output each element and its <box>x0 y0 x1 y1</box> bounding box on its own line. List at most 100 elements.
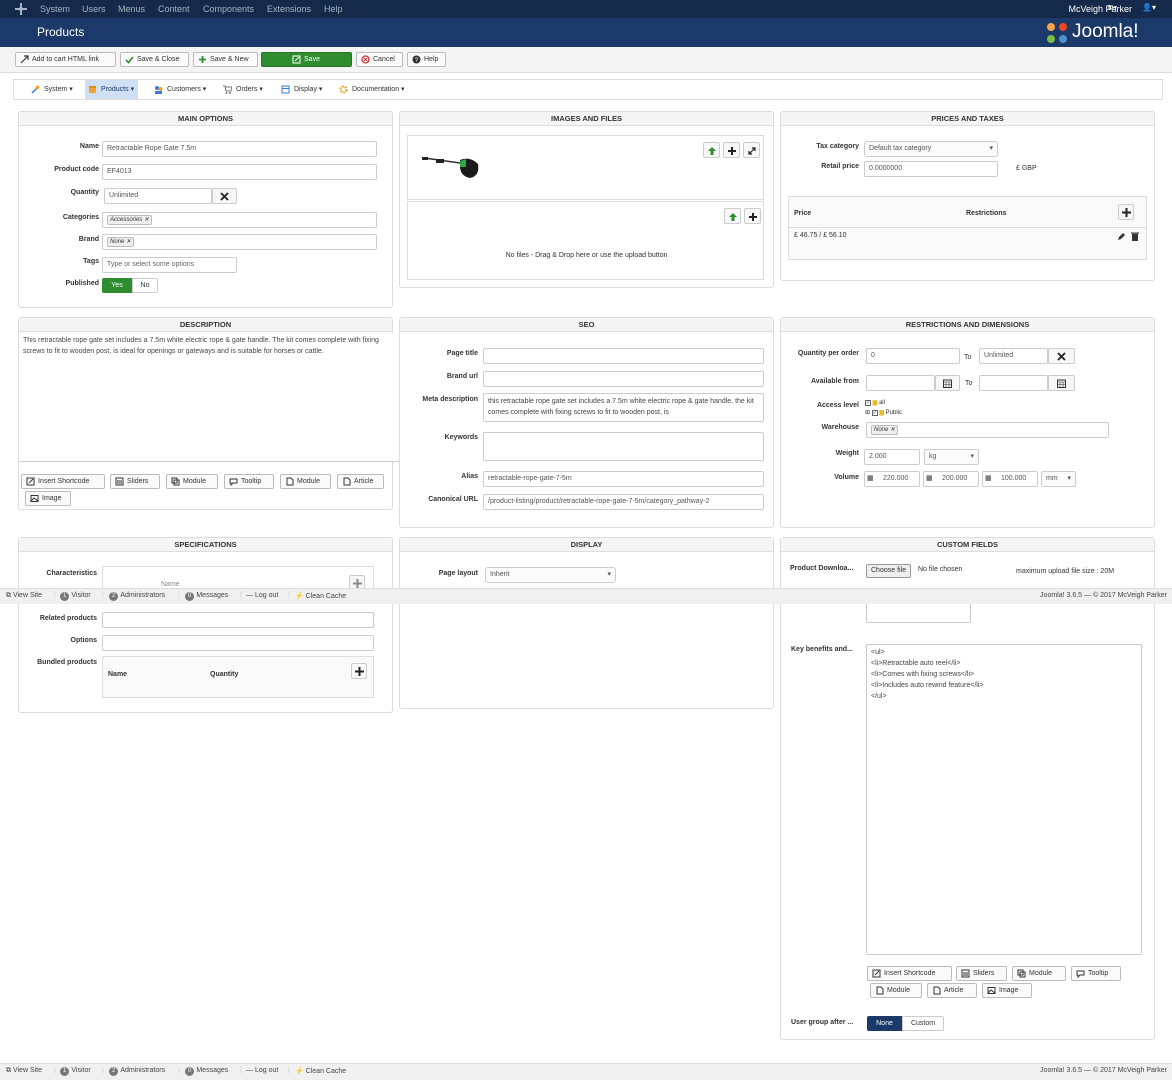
view-site-link[interactable]: ⧉ View Site <box>6 1067 42 1075</box>
submenu-orders[interactable]: Orders ▾ <box>220 80 267 99</box>
available-to-calendar-button[interactable] <box>1048 375 1075 391</box>
cf-image-button[interactable]: Image <box>982 983 1032 998</box>
menu-content[interactable]: Content <box>158 4 190 14</box>
canonical-url-input[interactable]: /product-listing/product/retractable-rop… <box>483 494 764 510</box>
meta-description-textarea[interactable]: this retractable rope gate set includes … <box>483 393 764 422</box>
images-dropzone[interactable] <box>407 135 764 200</box>
published-no-button[interactable]: No <box>132 278 158 293</box>
joomla-logo-icon[interactable] <box>15 3 27 15</box>
visitors-link[interactable]: 1 Visitor <box>60 592 91 601</box>
price-row-value[interactable]: £ 46.75 / £ 56.10 <box>794 232 847 239</box>
tags-input[interactable]: Type or select some options <box>102 257 237 273</box>
upload-image-button[interactable] <box>703 142 720 158</box>
description-textarea[interactable]: This retractable rope gate set includes … <box>19 333 400 462</box>
view-site-link[interactable]: ⧉ View Site <box>6 592 42 600</box>
save-button[interactable]: Save <box>261 52 352 67</box>
available-to-input[interactable] <box>979 375 1048 391</box>
cf-module-button-2[interactable]: Module <box>870 983 922 998</box>
clean-cache-link[interactable]: ⚡ Clean Cache <box>295 1067 346 1075</box>
categories-input[interactable]: Accessories ✕ <box>102 212 377 228</box>
add-bundled-product-button[interactable] <box>351 663 367 679</box>
insert-shortcode-button[interactable]: Insert Shortcode <box>21 474 105 489</box>
menu-users[interactable]: Users <box>82 4 106 14</box>
cf-insert-shortcode-button[interactable]: Insert Shortcode <box>867 966 952 981</box>
checkbox-icon[interactable]: ✓ <box>865 400 871 406</box>
help-button[interactable]: ? Help <box>407 52 446 67</box>
image-button[interactable]: Image <box>25 491 71 506</box>
volume-x-input[interactable]: ▦ 220.000 <box>864 471 920 487</box>
access-public-item[interactable]: ⊞ ✓ ▆ Public <box>865 408 902 418</box>
cancel-button[interactable]: Cancel <box>356 52 403 67</box>
trash-icon[interactable] <box>1131 232 1139 241</box>
page-layout-select[interactable]: Inherit ▾ <box>485 567 616 583</box>
sliders-button[interactable]: Sliders <box>110 474 160 489</box>
menu-help[interactable]: Help <box>324 4 343 14</box>
volume-unit-select[interactable]: mm ▾ <box>1041 471 1076 487</box>
cf-sliders-button[interactable]: Sliders <box>956 966 1007 981</box>
weight-input[interactable]: 2.000 <box>864 449 920 465</box>
article-button[interactable]: Article <box>337 474 384 489</box>
administrators-link[interactable]: 2 Administrators <box>109 1067 165 1076</box>
visitors-link[interactable]: 1 Visitor <box>60 1067 91 1076</box>
add-file-button[interactable] <box>744 208 761 224</box>
available-from-input[interactable] <box>866 375 935 391</box>
add-to-cart-link-button[interactable]: Add to cart HTML link <box>15 52 116 67</box>
tax-category-select[interactable]: Default tax category ▾ <box>864 141 998 157</box>
submenu-display[interactable]: Display ▾ <box>278 80 326 99</box>
menu-components[interactable]: Components <box>203 4 254 14</box>
warehouse-input[interactable]: None ✕ <box>866 422 1109 438</box>
files-dropzone[interactable]: No files - Drag & Drop here or use the u… <box>407 201 764 280</box>
volume-y-input[interactable]: ▦ 200.000 <box>923 471 979 487</box>
submenu-customers[interactable]: Customers ▾ <box>151 80 210 99</box>
user-group-none-button[interactable]: None <box>867 1016 902 1031</box>
brand-input[interactable]: None ✕ <box>102 234 377 250</box>
add-price-button[interactable] <box>1118 204 1134 220</box>
brand-url-input[interactable] <box>483 371 764 387</box>
quantity-clear-button[interactable] <box>212 188 237 204</box>
submenu-products[interactable]: Products ▾ <box>85 80 139 99</box>
administrators-link[interactable]: 2 Administrators <box>109 592 165 601</box>
cf-tooltip-button[interactable]: Tooltip <box>1071 966 1121 981</box>
quantity-input[interactable]: Unlimited <box>104 188 212 204</box>
retail-price-input[interactable]: 0.0000000 <box>864 161 998 177</box>
product-code-input[interactable]: EF4013 <box>102 164 377 180</box>
module-button-1[interactable]: Module <box>166 474 218 489</box>
menu-extensions[interactable]: Extensions <box>267 4 311 14</box>
messages-link[interactable]: 0 Messages <box>185 592 228 601</box>
logout-link[interactable]: — Log out <box>246 592 278 599</box>
qty-per-order-from-input[interactable]: 0 <box>866 348 960 364</box>
page-title-input[interactable] <box>483 348 764 364</box>
cf-module-button-1[interactable]: Module <box>1012 966 1066 981</box>
options-input[interactable] <box>102 635 374 651</box>
tooltip-button[interactable]: Tooltip <box>224 474 274 489</box>
save-new-button[interactable]: Save & New <box>193 52 258 67</box>
checkbox-icon[interactable]: ✓ <box>871 410 878 416</box>
available-from-calendar-button[interactable] <box>935 375 960 391</box>
brand-tag[interactable]: None ✕ <box>107 237 135 247</box>
product-image[interactable] <box>422 150 482 180</box>
access-all-item[interactable]: ✓ ▆ all <box>865 398 902 408</box>
published-yes-button[interactable]: Yes <box>102 278 132 293</box>
related-products-input[interactable] <box>102 612 374 628</box>
messages-link[interactable]: 0 Messages <box>185 1067 228 1076</box>
qty-clear-button[interactable] <box>1048 348 1075 364</box>
module-button-2[interactable]: Module <box>280 474 331 489</box>
category-tag[interactable]: Accessories ✕ <box>107 215 153 225</box>
edit-icon[interactable] <box>1117 232 1126 241</box>
add-image-button[interactable] <box>723 142 740 158</box>
qty-per-order-to-input[interactable]: Unlimited <box>979 348 1048 364</box>
menu-menus[interactable]: Menus <box>118 4 145 14</box>
save-close-button[interactable]: Save & Close <box>120 52 189 67</box>
choose-file-button[interactable]: Choose file <box>866 564 912 578</box>
name-input[interactable]: Retractable Rope Gate 7.5m <box>102 141 377 157</box>
cf-article-button[interactable]: Article <box>927 983 977 998</box>
logout-link[interactable]: — Log out <box>246 1067 278 1074</box>
user-menu[interactable]: McVeigh Parker <box>1068 4 1132 14</box>
volume-z-input[interactable]: ▦ 100.000 <box>982 471 1038 487</box>
weight-unit-select[interactable]: kg ▾ <box>924 449 979 465</box>
menu-system[interactable]: System <box>40 4 70 14</box>
clean-cache-link[interactable]: ⚡ Clean Cache <box>295 592 346 600</box>
submenu-documentation[interactable]: Documentation ▾ <box>336 80 409 99</box>
submenu-system[interactable]: System ▾ <box>28 80 77 99</box>
warehouse-tag[interactable]: None ✕ <box>871 425 899 435</box>
